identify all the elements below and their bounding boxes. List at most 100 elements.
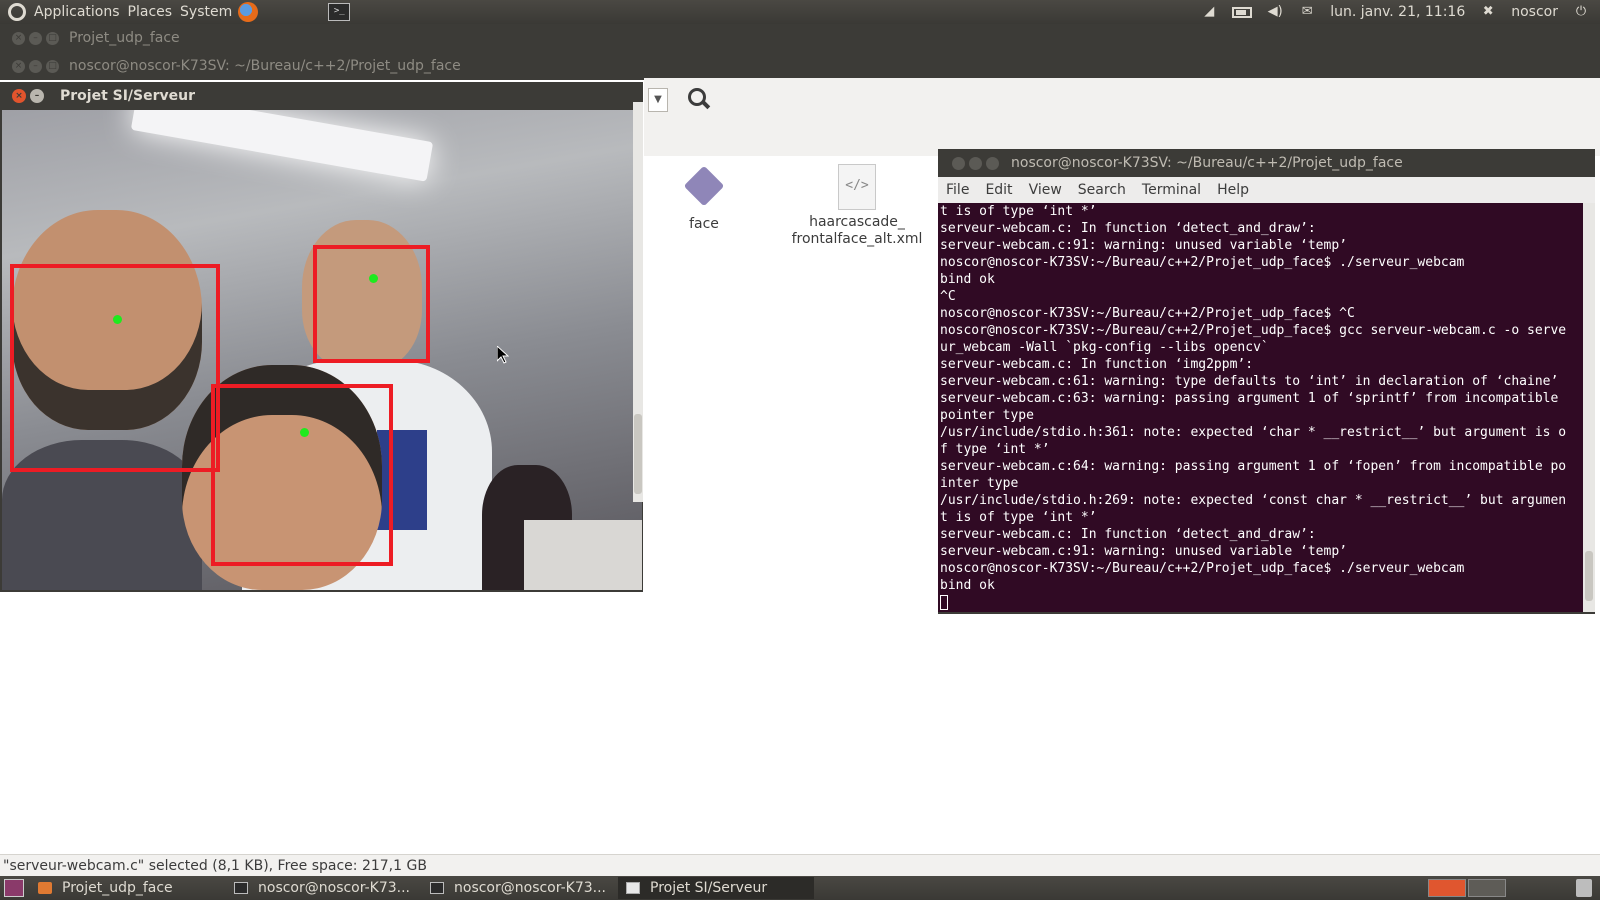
terminal-line: noscor@noscor-K73SV:~/Bureau/c++2/Projet… [940,255,1465,270]
mouse-cursor-icon [497,346,509,364]
file-name: haarcascade_ frontalface_alt.xml [791,214,923,247]
taskbar-label: Projet SI/Serveur [650,880,768,896]
menu-places[interactable]: Places [124,4,177,20]
terminal-line: inter type [940,476,1019,491]
close-icon[interactable]: × [12,89,26,103]
terminal-line: serveur-webcam.c:63: warning: passing ar… [940,391,1559,406]
power-icon[interactable]: ⏻ [1572,5,1590,19]
background-window [524,520,642,590]
window-icon [626,882,640,894]
taskbar-label: noscor@noscor-K73... [258,880,411,896]
close-icon[interactable]: × [12,31,25,45]
terminal-line: noscor@noscor-K73SV:~/Bureau/c++2/Projet… [940,561,1465,576]
ceiling-light [130,110,434,182]
workspace-switcher[interactable] [1428,879,1506,897]
workspace-1[interactable] [1428,879,1466,897]
terminal-line: t is of type ‘int *’ [940,510,1097,525]
window-title: noscor@noscor-K73SV: ~/Bureau/c++2/Proje… [69,58,461,74]
minimize-icon[interactable]: – [29,59,42,73]
terminal-line: serveur-webcam.c:91: warning: unused var… [940,238,1347,253]
scrollbar-thumb[interactable] [634,414,642,494]
taskbar-item[interactable]: Projet_udp_face [30,877,226,899]
mail-icon[interactable]: ✉ [1298,5,1316,19]
maximize-icon[interactable]: □ [46,59,59,73]
taskbar-label: Projet_udp_face [62,880,173,896]
maximize-icon[interactable] [986,156,999,170]
taskbar-item[interactable]: noscor@noscor-K73... [226,877,422,899]
terminal-icon [430,882,444,894]
file-name: face [689,216,719,232]
clock[interactable]: lun. janv. 21, 11:16 [1330,4,1465,20]
terminal-line: serveur-webcam.c: In function ‘detect_an… [940,527,1316,542]
volume-icon[interactable]: ◀) [1266,5,1284,19]
battery-icon[interactable] [1232,6,1253,18]
ubuntu-logo-icon[interactable] [8,3,26,21]
terminal-titlebar[interactable]: noscor@noscor-K73SV: ~/Bureau/c++2/Proje… [938,149,1595,177]
terminal-line: noscor@noscor-K73SV:~/Bureau/c++2/Projet… [940,323,1567,338]
user-menu[interactable]: noscor [1511,4,1558,20]
terminal-launcher-icon[interactable]: >_ [328,3,351,21]
text-cursor [940,595,948,610]
face-center-marker [300,428,309,437]
terminal-back-titlebar[interactable]: × – □ noscor@noscor-K73SV: ~/Bureau/c++2… [0,52,644,80]
file-item[interactable]: face [634,165,774,232]
taskbar-item[interactable]: Projet SI/Serveur [618,877,814,899]
menu-search[interactable]: Search [1070,182,1134,198]
scrollbar-thumb[interactable] [1585,551,1593,601]
close-icon[interactable]: × [12,59,25,73]
camera-titlebar[interactable]: × – Projet SI/Serveur [0,82,643,110]
nautilus-menubar-area [644,52,1600,78]
menu-terminal[interactable]: Terminal [1134,182,1209,198]
window-title: Projet SI/Serveur [60,88,196,104]
menu-applications[interactable]: Applications [30,4,124,20]
terminal-line: bind ok [940,272,995,287]
close-icon[interactable] [952,156,965,170]
maximize-icon[interactable]: □ [46,31,59,45]
terminal-output[interactable]: t is of type ‘int *’ serveur-webcam.c: I… [938,203,1583,612]
nautilus-toolbar: ▼ [644,78,1600,156]
taskbar-label: noscor@noscor-K73... [454,880,607,896]
bottom-panel: Projet_udp_face noscor@noscor-K73... nos… [0,876,1600,900]
terminal-line: serveur-webcam.c:64: warning: passing ar… [940,459,1567,474]
window-title: Projet_udp_face [69,30,180,46]
terminal-window[interactable]: noscor@noscor-K73SV: ~/Bureau/c++2/Proje… [938,149,1595,614]
taskbar-item[interactable]: noscor@noscor-K73... [422,877,618,899]
folder-icon [38,882,52,894]
menu-system[interactable]: System [176,4,236,20]
terminal-line: serveur-webcam.c: In function ‘img2ppm’: [940,357,1254,372]
terminal-line: /usr/include/stdio.h:361: note: expected… [940,425,1567,440]
firefox-icon[interactable] [238,2,259,22]
executable-icon [683,165,725,207]
terminal-line: /usr/include/stdio.h:269: note: expected… [940,493,1567,508]
terminal-line: serveur-webcam.c: In function ‘detect_an… [940,221,1316,236]
terminal-icon [234,882,248,894]
face-center-marker [369,274,378,283]
minimize-icon[interactable]: – [30,89,44,103]
file-item[interactable]: </> haarcascade_ frontalface_alt.xml [787,164,927,248]
terminal-line: bind ok [940,578,995,593]
search-icon[interactable] [688,88,710,110]
menu-view[interactable]: View [1021,182,1070,198]
face-detection-box [211,384,393,566]
menu-file[interactable]: File [938,182,977,198]
scrollbar[interactable] [633,102,643,502]
workspace-2[interactable] [1468,879,1506,897]
user-status-icon[interactable]: ✖ [1479,5,1497,19]
terminal-line: serveur-webcam.c:61: warning: type defau… [940,374,1559,389]
show-desktop-icon[interactable] [4,879,24,897]
wifi-icon[interactable]: ◢ [1200,5,1218,19]
chevron-down-icon[interactable]: ▼ [648,88,668,112]
window-title: noscor@noscor-K73SV: ~/Bureau/c++2/Proje… [1011,155,1403,171]
terminal-line: ^C [940,289,956,304]
minimize-icon[interactable] [969,156,982,170]
menu-edit[interactable]: Edit [977,182,1020,198]
scrollbar[interactable] [1583,203,1595,612]
terminal-line: pointer type [940,408,1034,423]
menu-help[interactable]: Help [1209,182,1257,198]
nautilus-titlebar[interactable]: × – □ Projet_udp_face [0,24,1600,52]
terminal-line: serveur-webcam.c:91: warning: unused var… [940,544,1347,559]
system-tray: ◢ ◀) ✉ lun. janv. 21, 11:16 ✖ noscor ⏻ [1200,4,1600,20]
terminal-prompt-line[interactable] [938,594,1583,611]
trash-icon[interactable] [1576,879,1592,897]
minimize-icon[interactable]: – [29,31,42,45]
